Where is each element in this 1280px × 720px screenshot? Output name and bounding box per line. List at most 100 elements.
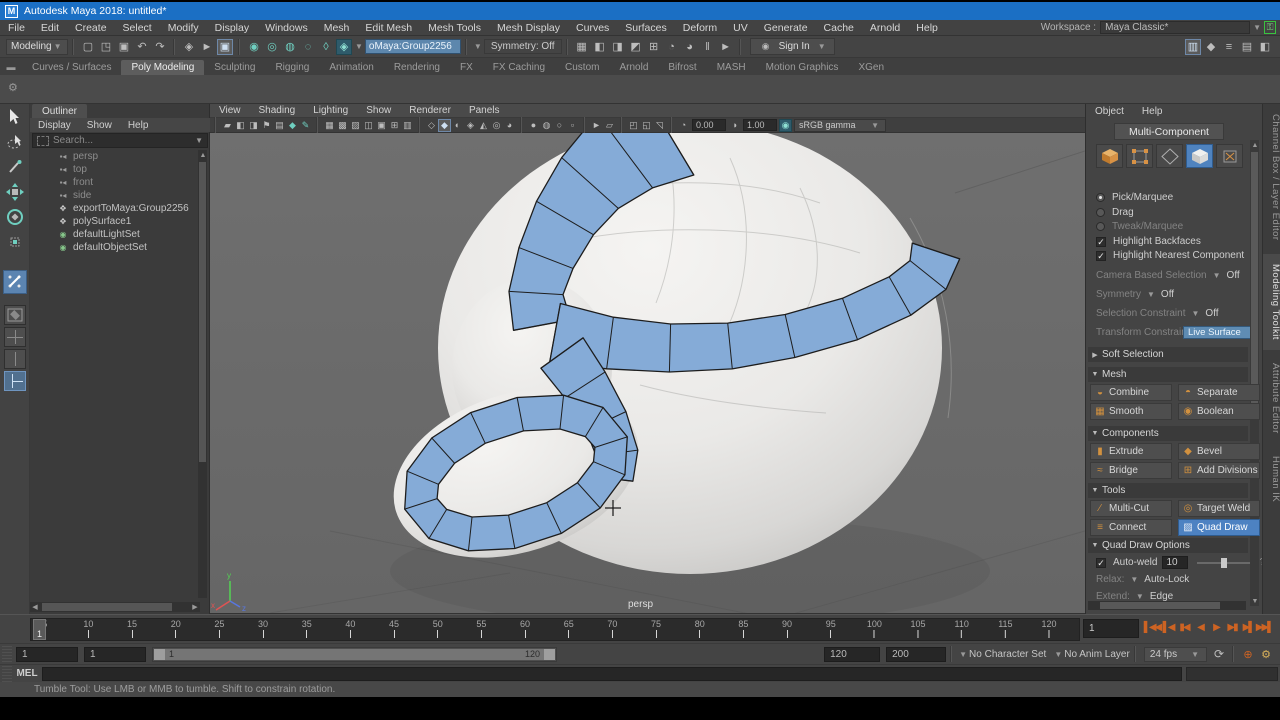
step-back-frame-icon[interactable]: ▌◀ — [1161, 619, 1176, 635]
menu-mesh-tools[interactable]: Mesh Tools — [420, 22, 489, 34]
open-scene-icon[interactable]: ◳ — [98, 39, 114, 55]
move-tool[interactable] — [3, 180, 27, 204]
snap-to-grid-icon[interactable]: ◉ — [246, 39, 262, 55]
scale-tool[interactable] — [3, 230, 27, 254]
lock-camera-icon[interactable]: ◧ — [234, 119, 247, 132]
layout-four-pane-button[interactable] — [3, 327, 26, 347]
multi-component-mode-icon[interactable] — [1186, 144, 1213, 168]
outliner-menu-show[interactable]: Show — [79, 120, 120, 131]
pause-viewport-icon[interactable]: ‖ — [700, 39, 716, 55]
motion-blur-icon[interactable]: ◍ — [540, 119, 553, 132]
play-forwards-icon[interactable]: ▶ — [1209, 619, 1223, 635]
select-camera-icon[interactable]: ▰ — [221, 119, 234, 132]
animation-start-field[interactable]: 1 — [16, 646, 78, 662]
drag-radio[interactable]: Drag — [1096, 207, 1134, 218]
anim-layer-arrow-icon[interactable]: ▼ — [1054, 650, 1062, 659]
menu-display[interactable]: Display — [207, 22, 257, 34]
menu-mesh[interactable]: Mesh — [316, 22, 358, 34]
shelf-tab-sculpting[interactable]: Sculpting — [204, 60, 265, 75]
menu-arnold[interactable]: Arnold — [862, 22, 908, 34]
layout-single-pane-button[interactable] — [3, 305, 26, 325]
multi-component-button[interactable]: Multi-Component — [1114, 123, 1224, 140]
uv-mode-icon[interactable] — [1216, 144, 1243, 168]
vertex-mode-icon[interactable] — [1126, 144, 1153, 168]
toolkit-menu-help[interactable]: Help — [1133, 106, 1172, 117]
maximize-pane-icon[interactable]: ◹ — [653, 119, 666, 132]
menu-generate[interactable]: Generate — [756, 22, 816, 34]
select-by-component-icon[interactable]: ▣ — [217, 38, 233, 55]
use-all-lights-icon[interactable]: ⊞ — [388, 119, 401, 132]
quad-draw-button[interactable]: ▨ Quad Draw — [1178, 519, 1260, 536]
grease-pencil-icon[interactable]: ✎ — [299, 119, 312, 132]
go-to-end-icon[interactable]: ▶▶▌ — [1256, 619, 1274, 635]
single-pane-icon[interactable]: ◰ — [627, 119, 640, 132]
tool-settings-toggle-icon[interactable]: ◧ — [1257, 39, 1273, 55]
snap-to-point-icon[interactable]: ◍ — [282, 39, 298, 55]
shelf-tab-animation[interactable]: Animation — [319, 60, 383, 75]
textured-detail-icon[interactable]: ▥ — [401, 119, 414, 132]
camera-attributes-icon[interactable]: ◨ — [247, 119, 260, 132]
drag-handle[interactable] — [2, 665, 12, 682]
layout-two-pane-button[interactable] — [3, 349, 26, 369]
color-management-dropdown[interactable]: sRGB gamma ▼ — [794, 118, 886, 132]
shelf-tab-fx[interactable]: FX — [450, 60, 483, 75]
edge-mode-icon[interactable] — [1156, 144, 1183, 168]
mel-input-field[interactable] — [42, 666, 1182, 681]
outliner-item-top[interactable]: ▪◂ top — [30, 163, 198, 176]
boolean-button[interactable]: ◉ Boolean — [1178, 403, 1260, 420]
animation-end-field[interactable]: 200 — [886, 646, 947, 662]
search-dropdown-arrow-icon[interactable]: ▼ — [195, 136, 203, 145]
multi-cut-button[interactable]: ∕ Multi-Cut — [1090, 500, 1172, 517]
loop-playback-icon[interactable]: ⟳ — [1211, 646, 1227, 662]
range-start-handle[interactable] — [154, 648, 165, 660]
components-section[interactable]: ▼ Components — [1088, 426, 1248, 441]
fps-dropdown[interactable]: 24 fps ▼ — [1143, 646, 1207, 662]
shelf-tab-motion-graphics[interactable]: Motion Graphics — [756, 60, 849, 75]
xray-joints-icon[interactable]: ◐ — [451, 119, 464, 132]
character-set-arrow-icon[interactable]: ▼ — [959, 650, 967, 659]
outliner-item-exporttomaya-group2256[interactable]: ✥ exportToMaya:Group2256 — [30, 202, 198, 215]
history-dropdown-arrow-icon[interactable]: ▼ — [355, 42, 363, 51]
wireframe-on-shaded-icon[interactable]: ◫ — [362, 119, 375, 132]
target-weld-button[interactable]: ◎ Target Weld — [1178, 500, 1260, 517]
separate-button[interactable]: ◓ Separate — [1178, 384, 1260, 401]
gamma-field[interactable]: 1.00 — [743, 119, 777, 131]
depth-peeling-icon[interactable]: ▫ — [566, 119, 579, 132]
shelf-gear-icon[interactable]: ⚙ — [8, 81, 18, 94]
two-d-pan-zoom-icon[interactable]: ◆ — [286, 119, 299, 132]
shelf-tab-curves-surfaces[interactable]: Curves / Surfaces — [22, 60, 121, 75]
bridge-button[interactable]: ≈ Bridge — [1090, 462, 1172, 479]
shelf-tab-mash[interactable]: MASH — [707, 60, 756, 75]
symmetry-dropdown[interactable]: Symmetry: Off — [483, 39, 562, 54]
character-set-dropdown[interactable]: No Character Set — [969, 649, 1046, 660]
snap-to-projected-center-icon[interactable]: ◌ — [300, 39, 316, 55]
drag-handle[interactable] — [2, 646, 12, 662]
outliner-item-persp[interactable]: ▪◂ persp — [30, 150, 198, 163]
separator[interactable] — [564, 38, 570, 55]
viewport-menu-shading[interactable]: Shading — [250, 105, 305, 116]
range-slider[interactable]: 1 120 — [152, 646, 557, 662]
menu-modify[interactable]: Modify — [160, 22, 207, 34]
connect-button[interactable]: ≡ Connect — [1090, 519, 1172, 536]
separator[interactable] — [737, 38, 743, 55]
shade-all-icon[interactable]: ▨ — [349, 119, 362, 132]
render-current-frame-icon[interactable]: ◧ — [592, 39, 608, 55]
make-live-icon[interactable]: ◈ — [336, 38, 352, 55]
save-scene-icon[interactable]: ▣ — [116, 39, 132, 55]
redo-icon[interactable]: ↷ — [152, 39, 168, 55]
backface-culling-icon[interactable]: ◭ — [477, 119, 490, 132]
occlusion-icon[interactable]: ● — [527, 119, 540, 132]
timeline-ruler[interactable]: 5101520253035404550556065707580859095100… — [30, 618, 1080, 641]
outliner-item-defaultobjectset[interactable]: ◉ defaultObjectSet — [30, 241, 198, 254]
tweak-marquee-radio[interactable]: Tweak/Marquee — [1096, 221, 1183, 232]
camera-based-selection-dropdown[interactable]: Camera Based Selection ▼ Off — [1096, 270, 1240, 281]
symmetry-dropdown-arrow-icon[interactable]: ▼ — [474, 42, 482, 51]
select-tool[interactable] — [3, 105, 27, 129]
scroll-up-icon[interactable]: ▲ — [1250, 140, 1260, 150]
relax-dropdown[interactable]: Relax: ▼ Auto-Lock — [1096, 574, 1189, 585]
object-mode-icon[interactable] — [1096, 144, 1123, 168]
shelf-tab-bifrost[interactable]: Bifrost — [658, 60, 706, 75]
viewport-canvas[interactable]: y x z persp — [210, 78, 1086, 626]
menu-mesh-display[interactable]: Mesh Display — [489, 22, 568, 34]
ipr-render-icon[interactable]: ◨ — [610, 39, 626, 55]
